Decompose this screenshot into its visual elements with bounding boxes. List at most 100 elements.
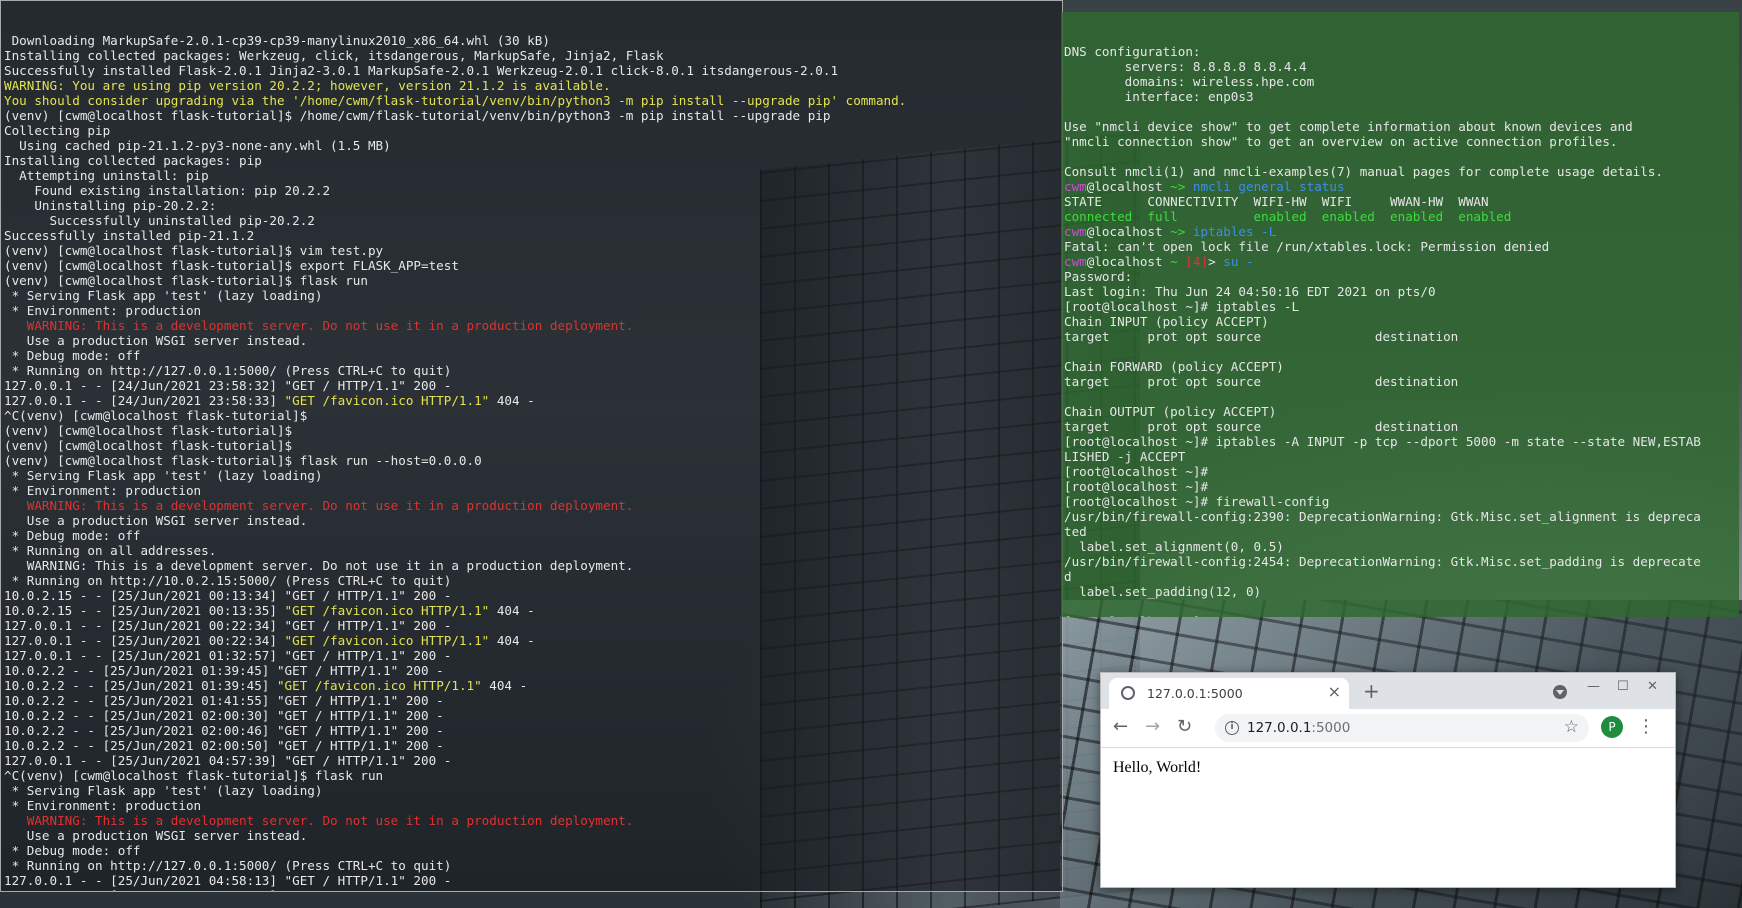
terminal-text: ^C(venv) [cwm@localhost flask-tutorial]$… xyxy=(4,768,384,783)
terminal-text: @localhost xyxy=(1086,224,1171,239)
terminal-line: Successfully uninstalled pip-20.2.2 xyxy=(4,213,1059,228)
terminal-text: /usr/bin/firewall-config:2390: Deprecati… xyxy=(1064,509,1701,524)
terminal-text: 127.0.0.1 - - [25/Jun/2021 00:22:34] "GE… xyxy=(4,618,452,633)
terminal-line: [root@localhost ~]# xyxy=(1064,479,1736,494)
terminal-line: WARNING: You are using pip version 20.2.… xyxy=(4,78,1059,93)
tab-bar: 127.0.0.1:5000 × + — ☐ ✕ xyxy=(1101,673,1675,709)
terminal-text: ~ xyxy=(1170,254,1186,269)
terminal-output: DNS configuration: servers: 8.8.8.8 8.8.… xyxy=(1064,44,1736,617)
back-button[interactable]: ← xyxy=(1113,717,1128,737)
terminal-line: * Serving Flask app 'test' (lazy loading… xyxy=(4,783,1059,798)
terminal-text: [root@localhost ~]# iptables -A INPUT -p… xyxy=(1064,434,1701,449)
terminal-text: 10.0.2.2 - - [25/Jun/2021 02:00:30] "GET… xyxy=(4,708,444,723)
terminal-line: * Running on all addresses. xyxy=(4,543,1059,558)
tab-close-icon[interactable]: × xyxy=(1328,683,1341,701)
new-tab-button[interactable]: + xyxy=(1363,679,1380,703)
terminal-line: "nmcli connection show" to get an overvi… xyxy=(1064,134,1736,149)
terminal-line: ted xyxy=(1064,524,1736,539)
info-icon[interactable]: i xyxy=(1225,721,1239,735)
terminal-text: 404 - xyxy=(489,393,535,408)
terminal-text: 10.0.2.2 - - [25/Jun/2021 01:39:45] xyxy=(4,678,277,693)
terminal-line: 127.0.0.1 - - [25/Jun/2021 01:32:57] "GE… xyxy=(4,648,1059,663)
terminal-window-flask[interactable]: Downloading MarkupSafe-2.0.1-cp39-cp39-m… xyxy=(0,0,1063,892)
close-window-button[interactable]: ✕ xyxy=(1647,679,1658,695)
terminal-line: Downloading MarkupSafe-2.0.1-cp39-cp39-m… xyxy=(4,33,1059,48)
terminal-text: * Debug mode: off xyxy=(4,528,141,543)
terminal-text: target prot opt source destination xyxy=(1064,329,1459,344)
browser-tab[interactable]: 127.0.0.1:5000 × xyxy=(1109,678,1349,709)
terminal-line: 10.0.2.2 - - [25/Jun/2021 02:00:50] "GET… xyxy=(4,738,1059,753)
forward-button[interactable]: → xyxy=(1145,717,1160,737)
tab-search-icon[interactable] xyxy=(1553,685,1567,699)
terminal-text: 127.0.0.1 - - [25/Jun/2021 04:59:16] "GE… xyxy=(4,888,451,891)
terminal-line: [root@localhost ~]# iptables -A INPUT -p… xyxy=(1064,434,1736,449)
terminal-text: Successfully installed pip-21.1.2 xyxy=(4,228,255,243)
terminal-text: 127.0.0.1 - - [24/Jun/2021 23:58:32] "GE… xyxy=(4,378,452,393)
terminal-text: Chain INPUT (policy ACCEPT) xyxy=(1064,314,1269,329)
reload-button[interactable]: ↻ xyxy=(1177,717,1192,737)
terminal-text: (venv) [cwm@localhost flask-tutorial]$ v… xyxy=(4,243,384,258)
maximize-button[interactable]: ☐ xyxy=(1617,679,1629,695)
terminal-text: DNS configuration: xyxy=(1064,44,1201,59)
terminal-text: [root@localhost ~]# xyxy=(1064,464,1209,479)
terminal-text: Use "nmcli device show" to get complete … xyxy=(1064,119,1633,134)
terminal-text: target prot opt source destination xyxy=(1064,374,1459,389)
terminal-line: 10.0.2.2 - - [25/Jun/2021 02:00:46] "GET… xyxy=(4,723,1059,738)
terminal-text: "GET /favicon.ico HTTP/1.1" xyxy=(284,603,490,618)
terminal-line: 10.0.2.2 - - [25/Jun/2021 01:39:45] "GET… xyxy=(4,663,1059,678)
terminal-line: (venv) [cwm@localhost flask-tutorial]$ f… xyxy=(4,273,1059,288)
terminal-line: connected full enabled enabled enabled e… xyxy=(1064,209,1736,224)
terminal-text: WARNING: This is a development server. D… xyxy=(4,813,634,828)
terminal-text: 404 - xyxy=(489,633,535,648)
terminal-text: [root@localhost ~]# iptables -L xyxy=(1064,299,1300,314)
terminal-line: Fatal: can't open lock file /run/xtables… xyxy=(1064,239,1736,254)
terminal-text: servers: 8.8.8.8 8.8.4.4 xyxy=(1064,59,1307,74)
terminal-text: "GET /favicon.ico HTTP/1.1" xyxy=(284,633,490,648)
terminal-text: Last login: Thu Jun 24 04:50:16 EDT 2021… xyxy=(1064,284,1436,299)
browser-window: 127.0.0.1:5000 × + — ☐ ✕ ← → ↻ i 127.0.0… xyxy=(1100,672,1676,888)
terminal-line: * Environment: production xyxy=(4,798,1059,813)
terminal-line: [root@localhost ~]# iptables -L xyxy=(1064,299,1736,314)
terminal-window-root[interactable]: DNS configuration: servers: 8.8.8.8 8.8.… xyxy=(1061,12,1739,617)
terminal-text: nmcli general status xyxy=(1192,179,1345,194)
terminal-line: (venv) [cwm@localhost flask-tutorial]$ v… xyxy=(4,243,1059,258)
terminal-line: WARNING: This is a development server. D… xyxy=(4,318,1059,333)
terminal-text: [root@localhost ~]# firewall-config xyxy=(1064,494,1330,509)
terminal-text: @localhost xyxy=(1086,254,1171,269)
terminal-line: 127.0.0.1 - - [25/Jun/2021 04:58:13] "GE… xyxy=(4,873,1059,888)
terminal-text: ~> xyxy=(1170,179,1193,194)
profile-avatar[interactable]: P xyxy=(1601,716,1623,738)
terminal-line: Chain FORWARD (policy ACCEPT) xyxy=(1064,359,1736,374)
minimize-button[interactable]: — xyxy=(1587,679,1600,695)
terminal-line: cwm@localhost ~> nmcli general status xyxy=(1064,179,1736,194)
terminal-text: 127.0.0.1 - - [25/Jun/2021 00:22:34] xyxy=(4,633,285,648)
terminal-line: (venv) [cwm@localhost flask-tutorial]$ xyxy=(4,438,1059,453)
terminal-text: 404 - xyxy=(489,603,535,618)
menu-icon[interactable]: ⋮ xyxy=(1637,716,1655,738)
terminal-text: Uninstalling pip-20.2.2: xyxy=(4,198,217,213)
bookmark-star-icon[interactable]: ☆ xyxy=(1564,717,1579,737)
terminal-text: [root@localhost ~]# xyxy=(1064,614,1208,617)
terminal-text: domains: wireless.hpe.com xyxy=(1064,74,1315,89)
terminal-text: /usr/bin/firewall-config:2454: Deprecati… xyxy=(1064,554,1701,569)
terminal-line: * Debug mode: off xyxy=(4,348,1059,363)
terminal-line: d xyxy=(1064,569,1736,584)
terminal-text: 127.0.0.1 - - [25/Jun/2021 01:32:57] "GE… xyxy=(4,648,452,663)
terminal-text: Installing collected packages: Werkzeug,… xyxy=(4,48,664,63)
terminal-line: STATE CONNECTIVITY WIFI-HW WIFI WWAN-HW … xyxy=(1064,194,1736,209)
terminal-line: target prot opt source destination xyxy=(1064,419,1736,434)
terminal-line: [root@localhost ~]# firewall-config xyxy=(1064,494,1736,509)
address-bar[interactable]: i 127.0.0.1:5000 ☆ xyxy=(1215,714,1589,742)
terminal-text: 10.0.2.2 - - [25/Jun/2021 01:39:45] "GET… xyxy=(4,663,444,678)
terminal-line: 10.0.2.2 - - [25/Jun/2021 01:39:45] "GET… xyxy=(4,678,1059,693)
terminal-text: WARNING: This is a development server. D… xyxy=(4,318,634,333)
terminal-line: Collecting pip xyxy=(4,123,1059,138)
terminal-text: * Serving Flask app 'test' (lazy loading… xyxy=(4,468,323,483)
terminal-line: 127.0.0.1 - - [25/Jun/2021 00:22:34] "GE… xyxy=(4,633,1059,648)
terminal-line: 127.0.0.1 - - [25/Jun/2021 04:57:39] "GE… xyxy=(4,753,1059,768)
terminal-text: "GET /favicon.ico HTTP/1.1" xyxy=(276,678,482,693)
tab-title: 127.0.0.1:5000 xyxy=(1147,686,1243,701)
terminal-text: cwm xyxy=(1064,254,1087,269)
terminal-line: Use a production WSGI server instead. xyxy=(4,513,1059,528)
